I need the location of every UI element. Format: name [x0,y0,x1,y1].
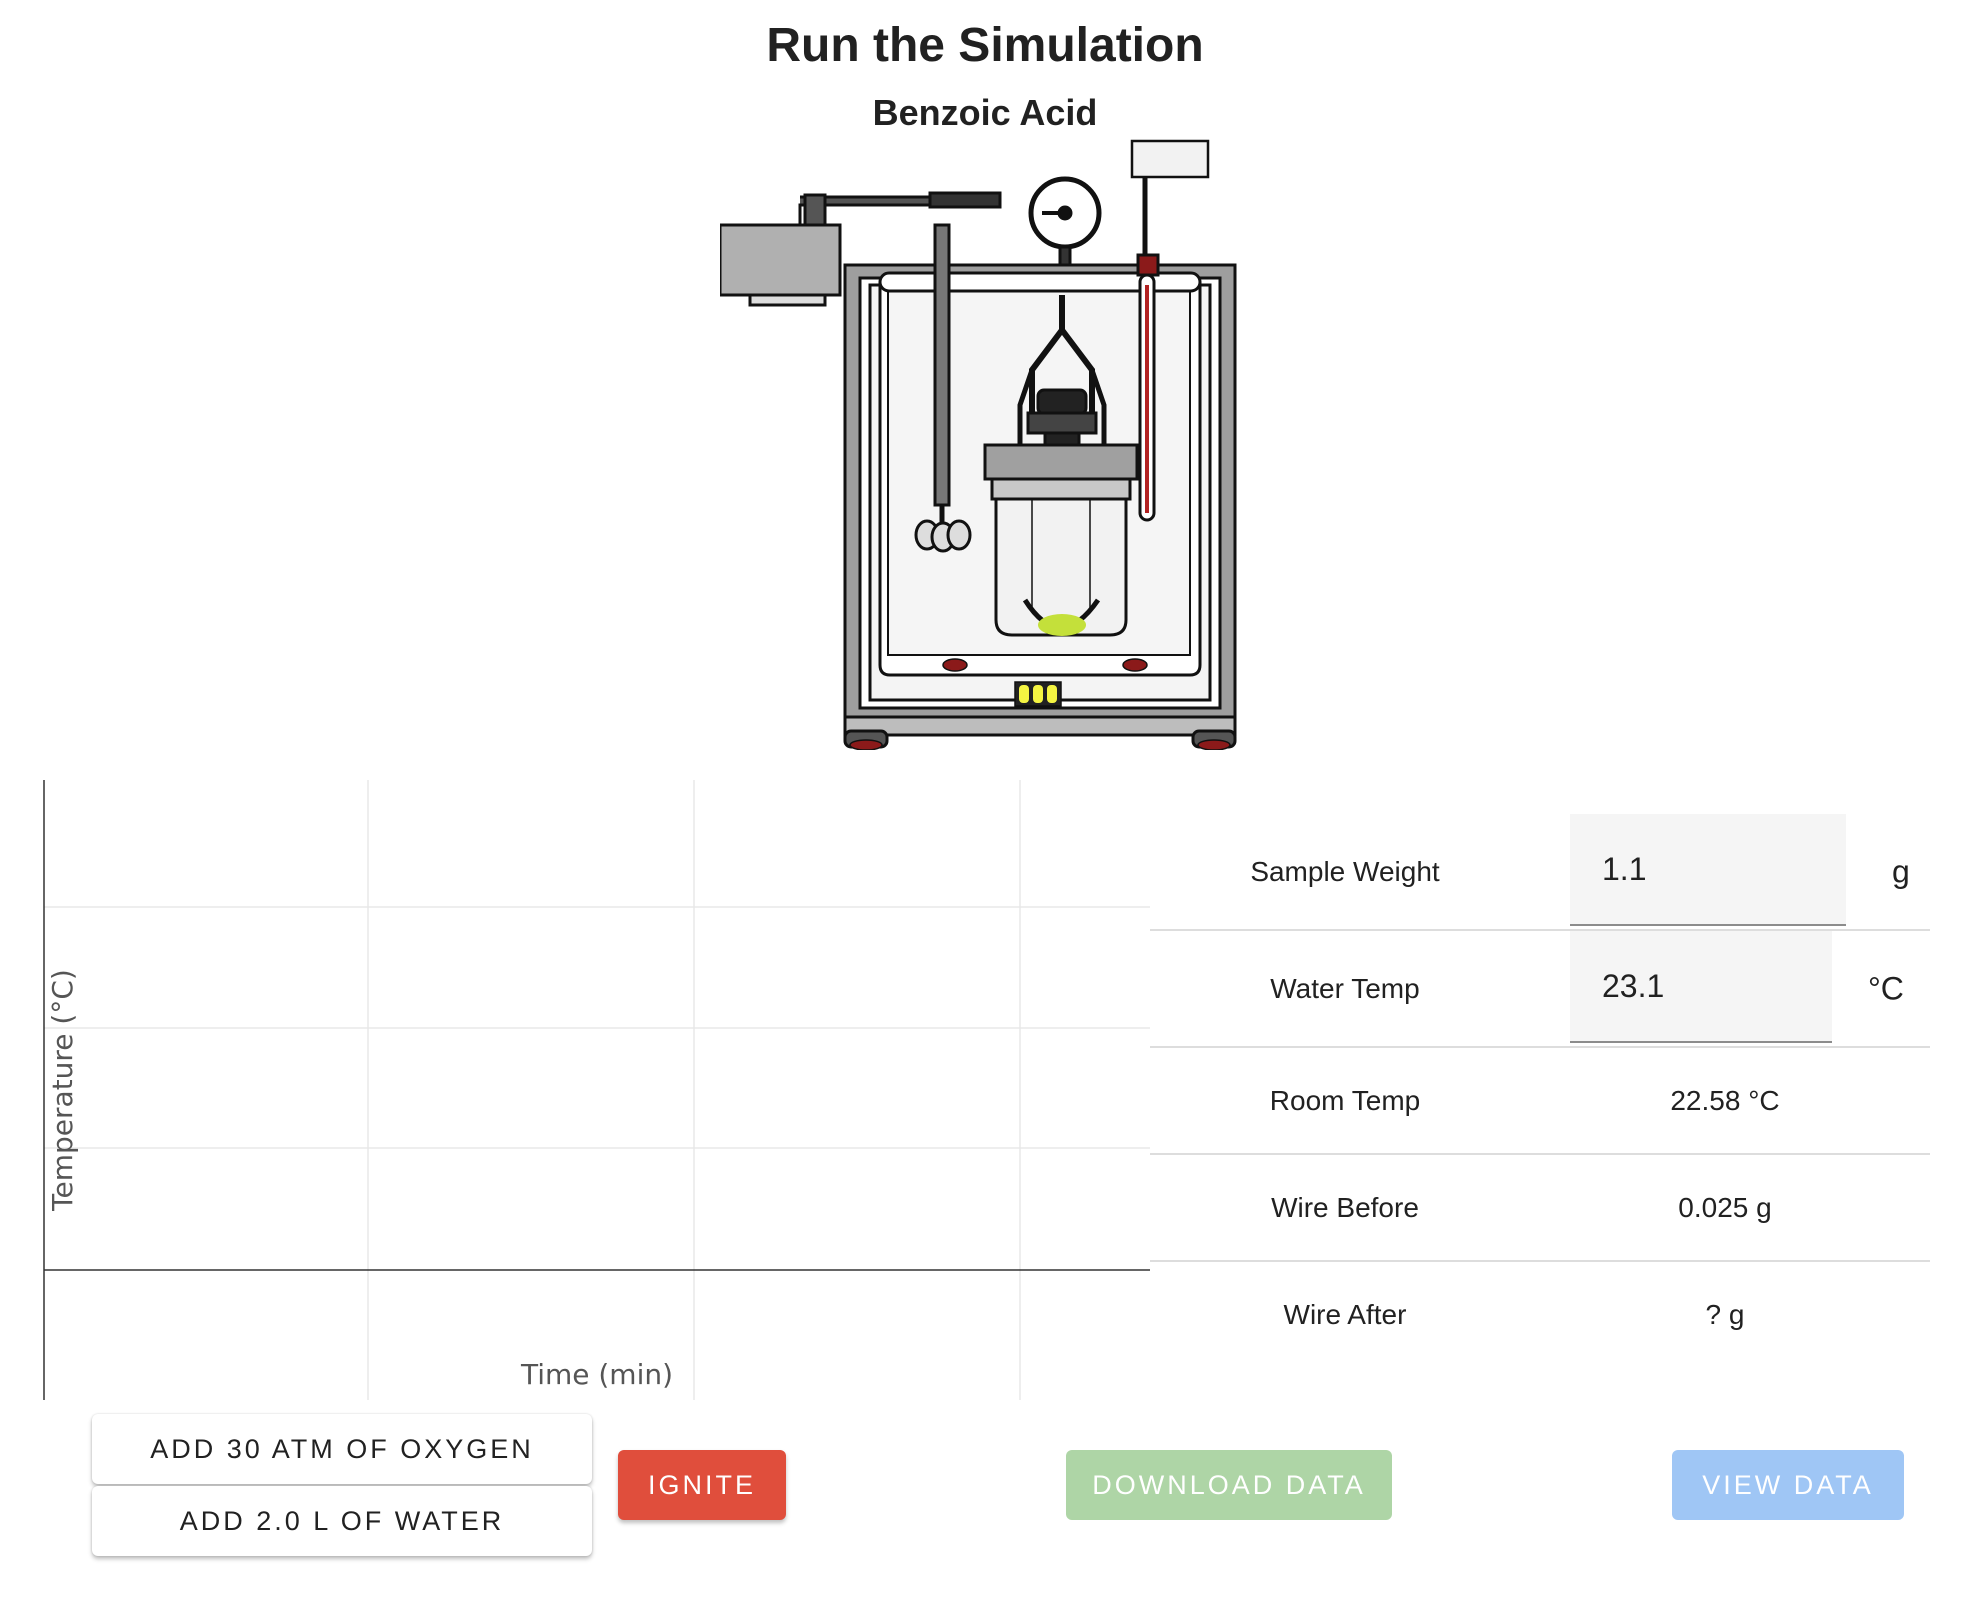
x-axis-title: Time (min) [520,1358,673,1391]
thermometer-readout [1130,139,1210,179]
temperature-chart: Temperature (°C) Time (min) [43,780,1150,1400]
sample-weight-field[interactable] [1570,814,1846,926]
water-temp-field[interactable] [1570,931,1832,1043]
water-temp-unit: °C [1868,970,1904,1006]
room-temp-row: Room Temp 22.58 °C [1150,1048,1930,1155]
add-oxygen-button[interactable]: Add 30 atm of Oxygen [92,1414,592,1484]
water-temp-input[interactable] [1570,931,1832,1041]
sample-pellet [1038,614,1086,636]
page-title: Run the Simulation [766,19,1204,72]
sample-weight-row: Sample Weight g [1150,814,1930,931]
download-data-button[interactable]: Download Data [1066,1450,1392,1520]
room-temp-value: 22.58 °C [1670,1084,1780,1116]
water-temp-row: Water Temp °C [1150,931,1930,1048]
water-temp-label: Water Temp [1270,972,1420,1004]
add-water-button[interactable]: Add 2.0 L of Water [92,1486,592,1556]
ignite-button[interactable]: Ignite [618,1450,786,1520]
chart-gridlines [44,780,1150,1400]
wire-before-value: 0.025 g [1678,1191,1772,1223]
sample-name: Benzoic Acid [872,92,1098,133]
wire-after-value: ? g [1705,1298,1745,1330]
bomb-head [983,443,1139,481]
sample-weight-input[interactable] [1570,814,1846,924]
measurement-table: Sample Weight g Water Temp °C Room Temp … [1150,814,1930,1367]
calorimeter-illustration [720,139,1237,750]
indicator-light-icon [1019,685,1029,703]
view-data-button[interactable]: View Data [1672,1450,1904,1520]
y-axis-title: Temperature (°C) [46,969,79,1212]
wire-before-row: Wire Before 0.025 g [1150,1155,1930,1262]
wire-before-label: Wire Before [1271,1191,1419,1223]
wire-after-label: Wire After [1283,1298,1407,1330]
room-temp-label: Room Temp [1269,1084,1421,1116]
wire-after-row: Wire After ? g [1150,1262,1930,1367]
sample-weight-unit: g [1892,853,1910,889]
sample-weight-label: Sample Weight [1250,855,1440,887]
stirrer-motor [720,223,842,297]
